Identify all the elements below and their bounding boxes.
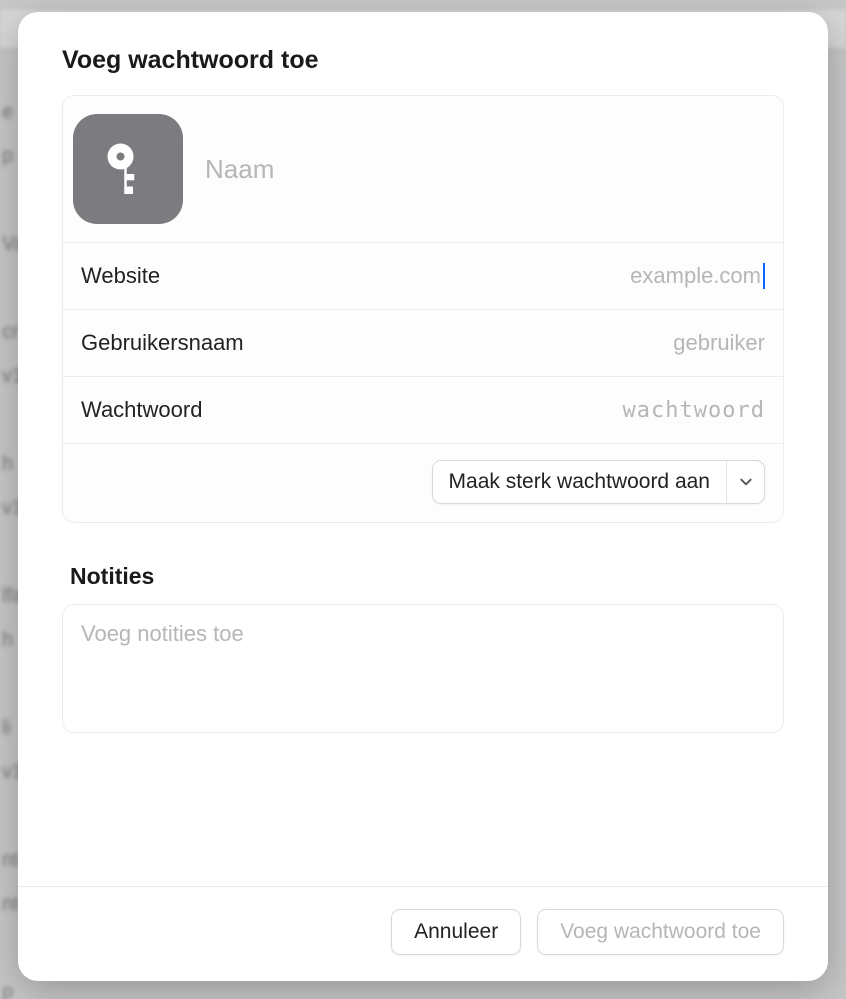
generate-row: Maak sterk wachtwoord aan xyxy=(63,443,783,522)
password-row: Wachtwoord xyxy=(63,376,783,443)
generate-password-button[interactable]: Maak sterk wachtwoord aan xyxy=(433,461,726,503)
username-row: Gebruikersnaam xyxy=(63,309,783,376)
cancel-button[interactable]: Annuleer xyxy=(391,909,521,955)
website-input[interactable] xyxy=(389,263,765,289)
dialog-footer: Annuleer Voeg wachtwoord toe xyxy=(18,886,828,981)
add-password-button[interactable]: Voeg wachtwoord toe xyxy=(537,909,784,955)
dialog-title: Voeg wachtwoord toe xyxy=(62,46,784,75)
key-icon xyxy=(73,114,183,224)
generate-password-dropdown[interactable] xyxy=(726,461,764,503)
password-label: Wachtwoord xyxy=(81,397,202,423)
username-input[interactable] xyxy=(389,330,765,356)
name-input[interactable] xyxy=(205,154,765,185)
name-row xyxy=(63,96,783,242)
notes-input[interactable] xyxy=(81,621,765,711)
notes-title: Notities xyxy=(70,563,784,590)
password-input[interactable] xyxy=(389,397,765,423)
credentials-card: Website Gebruikersnaam Wachtwoord Maak s… xyxy=(62,95,784,523)
generate-password-split-button: Maak sterk wachtwoord aan xyxy=(432,460,765,504)
add-password-dialog: Voeg wachtwoord toe Website Gebruikersna… xyxy=(18,12,828,981)
website-row: Website xyxy=(63,242,783,309)
website-label: Website xyxy=(81,263,160,289)
username-label: Gebruikersnaam xyxy=(81,330,244,356)
notes-box xyxy=(62,604,784,733)
chevron-down-icon xyxy=(739,475,753,489)
